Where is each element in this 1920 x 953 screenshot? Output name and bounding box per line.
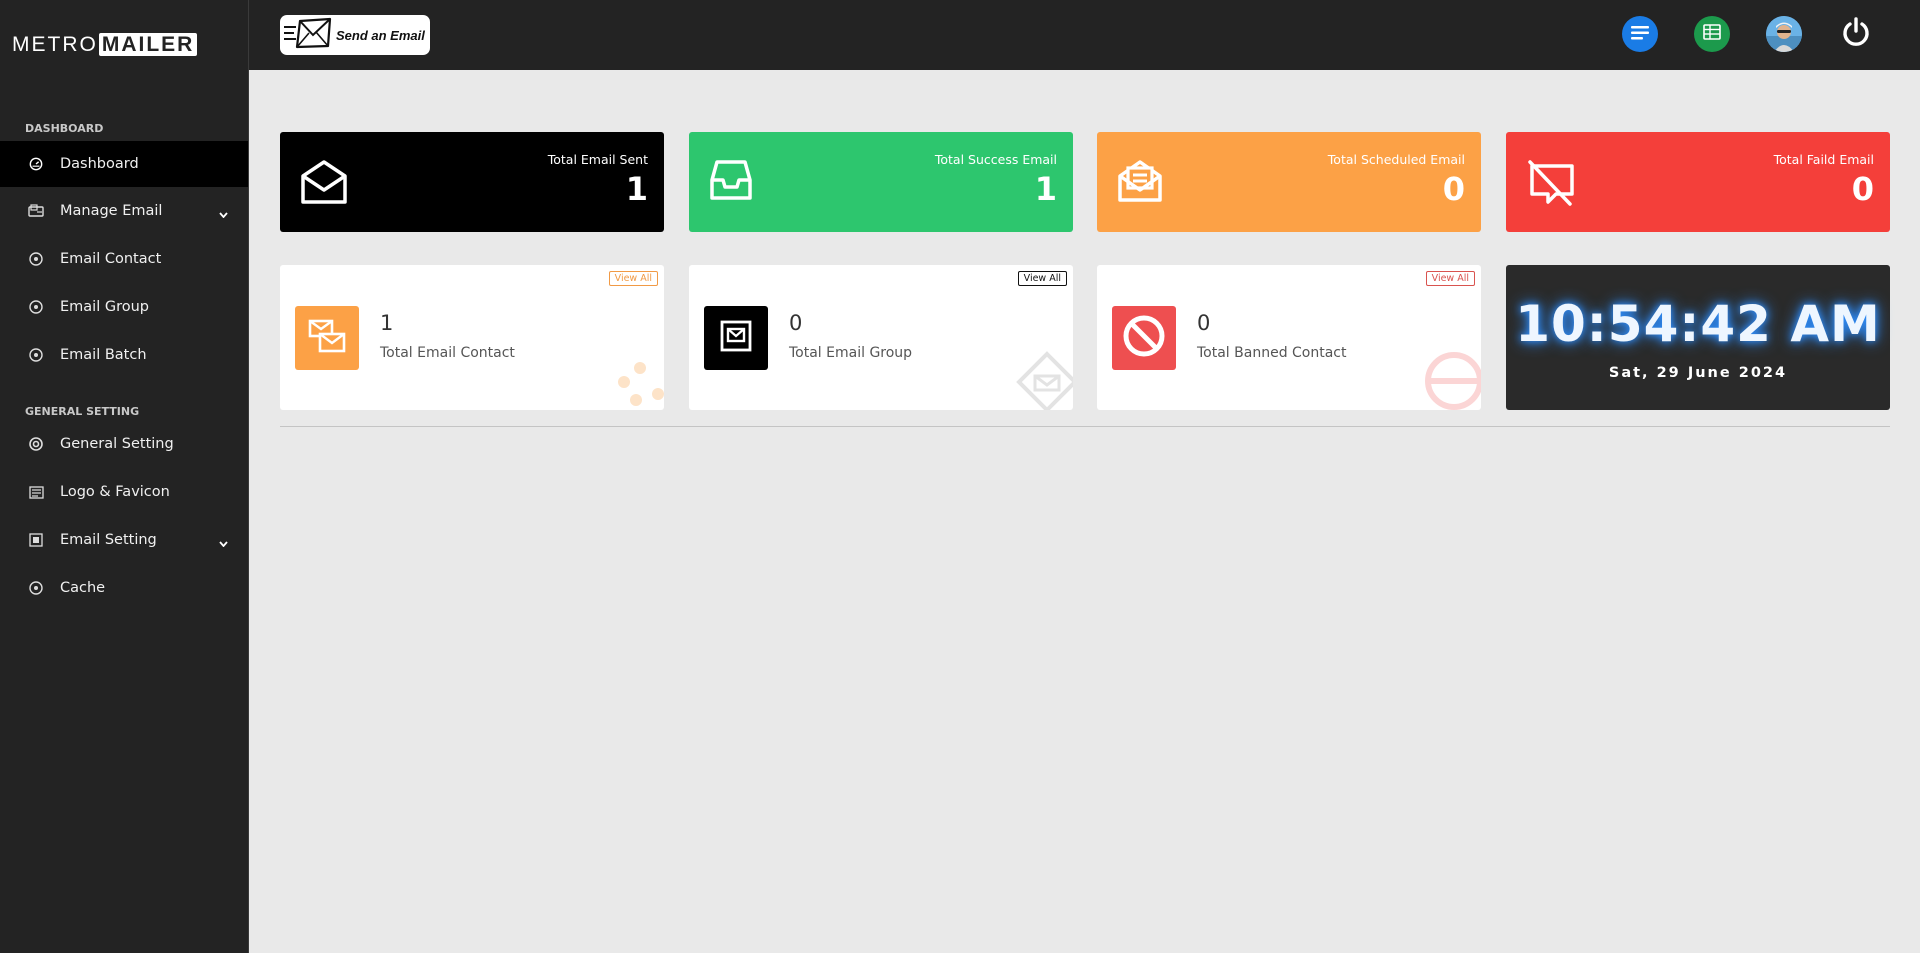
menu-icon [1631, 25, 1649, 44]
stat-value: 1 [625, 170, 648, 208]
stat-value: 0 [1851, 170, 1874, 208]
stat-card-total-success-email: Total Success Email 1 [689, 132, 1073, 232]
chevron-down-icon [219, 206, 228, 222]
section-title-dashboard: DASHBOARD [25, 122, 104, 135]
stat-card-total-scheduled-email: Total Scheduled Email 0 [1097, 132, 1481, 232]
digital-clock: 10:54:42 AM Sat, 29 June 2024 [1506, 265, 1890, 410]
view-all-button[interactable]: View All [1017, 271, 1067, 286]
sidebar-item-email-contact[interactable]: Email Contact [0, 235, 248, 283]
divider [280, 426, 1890, 427]
section-title-general-setting: GENERAL SETTING [25, 405, 140, 418]
spreadsheet-icon [1703, 24, 1721, 44]
info-label: Total Email Group [789, 345, 913, 361]
circle-dot-icon [28, 251, 44, 267]
sidebar-item-email-batch[interactable]: Email Batch [0, 331, 248, 379]
view-all-button[interactable]: View All [608, 271, 658, 286]
stat-title: Total Scheduled Email [1327, 152, 1465, 167]
contact-badge [295, 306, 359, 370]
sidebar-item-label: General Setting [60, 436, 174, 452]
info-count: 0 [1197, 311, 1211, 335]
settings-frame-icon [28, 532, 44, 548]
info-count: 0 [789, 311, 803, 335]
image-icon [28, 484, 44, 500]
circle-dot-icon [28, 580, 44, 596]
group-badge [704, 306, 768, 370]
logo-text-left: METRO [12, 33, 98, 56]
sidebar-item-general-setting[interactable]: General Setting [0, 420, 248, 468]
no-entry-decoration-icon [1421, 348, 1481, 410]
send-email-label: Send an Email [336, 27, 425, 43]
stat-value: 0 [1442, 170, 1465, 208]
menu-button[interactable] [1622, 16, 1658, 52]
power-button[interactable] [1838, 16, 1874, 52]
clock-date: Sat, 29 June 2024 [1608, 365, 1788, 381]
ban-icon [1122, 314, 1166, 362]
power-icon [1840, 16, 1872, 52]
stat-card-total-failed-email: Total Faild Email 0 [1506, 132, 1890, 232]
sidebar-item-label: Email Batch [60, 347, 147, 363]
brand-logo[interactable]: METRO MAILER [0, 0, 248, 90]
gauge-icon [28, 156, 44, 172]
sidebar-item-label: Email Contact [60, 251, 162, 267]
sidebar-item-label: Manage Email [60, 203, 163, 219]
envelope-open-icon [300, 158, 348, 210]
circle-dot-icon [28, 299, 44, 315]
topbar: Send an Email [249, 0, 1920, 70]
circle-dot-icon [28, 347, 44, 363]
logo-text-right: MAILER [98, 33, 198, 56]
clock-time: 10:54:42 AM [1515, 295, 1881, 353]
info-count: 1 [380, 311, 394, 335]
dots-decoration-icon [610, 354, 664, 410]
info-card-email-group: View All 0 Total Email Group [689, 265, 1073, 410]
sidebar-item-email-group[interactable]: Email Group [0, 283, 248, 331]
stat-card-total-email-sent: Total Email Sent 1 [280, 132, 664, 232]
sidebar-item-cache[interactable]: Cache [0, 564, 248, 612]
sidebar-item-label: Email Group [60, 299, 149, 315]
sidebar: METRO MAILER DASHBOARD Dashboard Manage E… [0, 0, 249, 953]
banned-badge [1112, 306, 1176, 370]
mailbox-icon [28, 203, 44, 219]
info-card-banned-contact: View All 0 Total Banned Contact [1097, 265, 1481, 410]
info-label: Total Email Contact [380, 345, 515, 361]
diamond-mail-decoration-icon [1015, 350, 1073, 410]
sidebar-item-label: Logo & Favicon [60, 484, 170, 500]
avatar[interactable] [1766, 16, 1802, 52]
view-all-button[interactable]: View All [1425, 271, 1475, 286]
chevron-down-icon [219, 535, 228, 551]
sidebar-item-label: Cache [60, 580, 106, 596]
send-email-button[interactable]: Send an Email [280, 15, 430, 55]
stat-value: 1 [1034, 170, 1057, 208]
message-off-icon [1526, 158, 1576, 212]
lifebuoy-icon [28, 436, 44, 452]
send-mail-icon [282, 16, 334, 54]
stat-title: Total Faild Email [1773, 152, 1874, 167]
stat-title: Total Email Sent [547, 152, 648, 167]
sidebar-item-manage-email[interactable]: Manage Email [0, 187, 248, 235]
sidebar-item-logo-favicon[interactable]: Logo & Favicon [0, 468, 248, 516]
info-label: Total Banned Contact [1197, 345, 1347, 361]
info-card-email-contact: View All 1 Total Email Contact [280, 265, 664, 410]
mails-icon [307, 318, 347, 358]
sidebar-item-label: Email Setting [60, 532, 157, 548]
sidebar-item-dashboard[interactable]: Dashboard [0, 141, 248, 187]
sidebar-item-email-setting[interactable]: Email Setting [0, 516, 248, 564]
spreadsheet-button[interactable] [1694, 16, 1730, 52]
mail-box-icon [720, 320, 752, 356]
envelope-letter-icon [1117, 158, 1163, 208]
stat-title: Total Success Email [934, 152, 1057, 167]
sidebar-item-label: Dashboard [60, 156, 139, 172]
inbox-icon [709, 158, 753, 206]
